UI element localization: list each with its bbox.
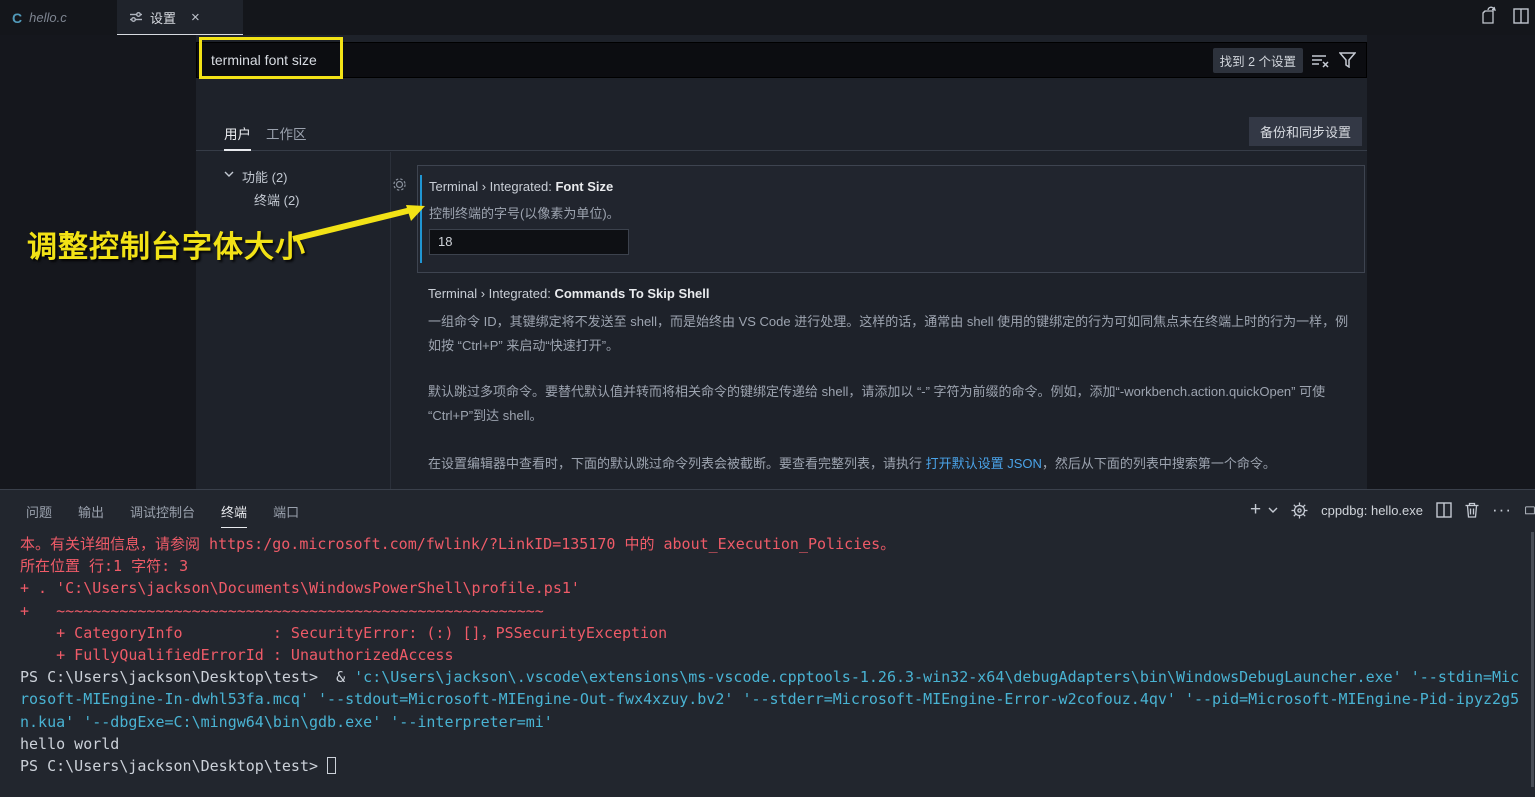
tab-label: hello.c xyxy=(29,10,67,25)
panel-toolbar: + cppdbg: hello.exe xyxy=(1250,499,1535,521)
terminal-output[interactable]: 本。有关详细信息，请参阅 https:/go.microsoft.com/fwl… xyxy=(20,533,1532,777)
setting-title: Terminal › Integrated: Font Size xyxy=(418,166,1364,194)
settings-content: terminal font size 找到 2 个设置 用户 工作区 备份和同步… xyxy=(196,35,1367,489)
split-editor-icon[interactable] xyxy=(1513,6,1529,26)
terminal-line: 本。有关详细信息，请参阅 https:/go.microsoft.com/fwl… xyxy=(20,533,1532,555)
panel-tab-端口[interactable]: 端口 xyxy=(273,502,299,527)
terminal-line: + FullyQualifiedErrorId : UnauthorizedAc… xyxy=(20,644,1532,666)
terminal-line: PS C:\Users\jackson\Desktop\test> & 'c:\… xyxy=(20,666,1532,688)
terminal-text-segment: + . 'C:\Users\jackson\Documents\WindowsP… xyxy=(20,579,580,597)
filter-icon[interactable] xyxy=(1339,52,1356,68)
close-icon[interactable]: × xyxy=(191,9,200,26)
tab-settings[interactable]: 设置 × xyxy=(117,0,243,35)
setting-description: 控制终端的字号(以像素为单位)。 xyxy=(418,194,1364,226)
terminal-text-segment: + ~~~~~~~~~~~~~~~~~~~~~~~~~~~~~~~~~~~~~~… xyxy=(20,602,544,620)
open-settings-json-icon[interactable] xyxy=(1481,6,1499,26)
backup-sync-settings-button[interactable]: 备份和同步设置 xyxy=(1249,117,1362,146)
setting-paragraph-2: 默认跳过多项命令。要替代默认值并转而将相关命令的键绑定传递给 shell，请添加… xyxy=(417,380,1352,428)
terminal-text-segment: 本。有关详细信息，请参阅 https:/go.microsoft.com/fwl… xyxy=(20,535,895,553)
terminal-cursor xyxy=(327,757,336,774)
chevron-down-icon xyxy=(224,170,234,178)
debug-session-icon xyxy=(1291,502,1308,519)
terminal-text-segment: hello world xyxy=(20,735,119,753)
tab-label: 设置 xyxy=(150,8,176,27)
gear-icon[interactable] xyxy=(392,177,407,192)
setting-name: Commands To Skip Shell xyxy=(554,286,709,301)
scope-tab-workspace[interactable]: 工作区 xyxy=(266,123,307,143)
terminal-text-segment: '--stdin=Mic xyxy=(1411,668,1519,686)
terminal-line: hello world xyxy=(20,733,1532,755)
open-default-settings-json-link[interactable]: 打开默认设置 JSON xyxy=(926,456,1042,471)
terminal-line: + CategoryInfo : SecurityError: (:) []，P… xyxy=(20,622,1532,644)
panel-tab-调试控制台[interactable]: 调试控制台 xyxy=(130,502,195,527)
font-size-input[interactable]: 18 xyxy=(429,229,629,255)
paragraph-text: ，然后从下面的列表中搜索第一个命令。 xyxy=(1042,456,1276,471)
settings-list: Terminal › Integrated: Font Size 控制终端的字号… xyxy=(417,152,1365,527)
toc-item-terminal[interactable]: 终端 (2) xyxy=(196,189,390,212)
toc-label: 终端 (2) xyxy=(254,189,300,212)
setting-category: Terminal › Integrated: xyxy=(428,286,554,301)
terminal-text-segment: + FullyQualifiedErrorId : UnauthorizedAc… xyxy=(20,646,453,664)
editor-actions xyxy=(1481,6,1529,26)
annotation-label: 调整控制台字体大小 xyxy=(27,222,306,266)
terminal-text-segment: 'c:\Users\jackson\.vscode\extensions\ms-… xyxy=(354,668,1402,686)
editor-tab-bar: C hello.c 设置 × xyxy=(0,0,1535,35)
terminal-text-segment xyxy=(1402,668,1411,686)
setting-modified-indicator xyxy=(420,175,422,263)
setting-title: Terminal › Integrated: Commands To Skip … xyxy=(417,286,1365,301)
vscode-window: C hello.c 设置 × xyxy=(0,0,1535,797)
panel-tab-终端[interactable]: 终端 xyxy=(221,502,247,528)
terminal-text-segment: n.kua' '--dbgExe=C:\mingw64\bin\gdb.exe'… xyxy=(20,713,553,731)
settings-search-input[interactable]: terminal font size 找到 2 个设置 xyxy=(196,42,1367,78)
terminal-session-label[interactable]: cppdbg: hello.exe xyxy=(1321,503,1423,518)
terminal-line: PS C:\Users\jackson\Desktop\test> xyxy=(20,755,1532,777)
setting-name: Font Size xyxy=(555,179,613,194)
clear-filters-icon[interactable] xyxy=(1311,52,1329,68)
settings-toc-tree: 功能 (2) 终端 (2) xyxy=(196,152,390,212)
setting-paragraph-1: 一组命令 ID，其键绑定将不发送至 shell，而是始终由 VS Code 进行… xyxy=(417,310,1352,358)
terminal-text-segment: 所在位置 行:1 字符: 3 xyxy=(20,557,188,575)
scope-tab-user[interactable]: 用户 xyxy=(224,123,251,143)
settings-scope-row: 用户 工作区 备份和同步设置 xyxy=(196,85,1367,151)
search-value: terminal font size xyxy=(197,52,1213,68)
bottom-panel: 问题 输出 调试控制台 终端 端口 + cppdbg: hello.exe xyxy=(0,489,1535,797)
setting-paragraph-3: 在设置编辑器中查看时，下面的默认跳过命令列表会被截断。要查看完整列表，请执行 打… xyxy=(417,452,1352,476)
split-terminal-icon[interactable] xyxy=(1436,502,1452,518)
toc-label: 功能 (2) xyxy=(242,166,288,189)
tab-hello-c[interactable]: C hello.c xyxy=(0,0,117,35)
terminal-text-segment: + CategoryInfo : SecurityError: (:) []，P… xyxy=(20,624,667,642)
toc-item-features[interactable]: 功能 (2) xyxy=(196,166,390,189)
setting-category: Terminal › Integrated: xyxy=(429,179,555,194)
results-count-badge: 找到 2 个设置 xyxy=(1213,48,1303,73)
settings-body: 功能 (2) 终端 (2) Term xyxy=(196,152,1367,489)
settings-sliders-icon xyxy=(129,10,143,24)
setting-terminal-font-size: Terminal › Integrated: Font Size 控制终端的字号… xyxy=(417,165,1365,273)
terminal-dropdown-chevron-icon[interactable] xyxy=(1268,506,1278,514)
terminal-line: + . 'C:\Users\jackson\Documents\WindowsP… xyxy=(20,577,1532,599)
terminal-scrollbar[interactable] xyxy=(1531,532,1534,787)
panel-tab-输出[interactable]: 输出 xyxy=(78,502,104,527)
paragraph-text: 在设置编辑器中查看时，下面的默认跳过命令列表会被截断。要查看完整列表，请执行 xyxy=(428,456,926,471)
terminal-text-segment: PS C:\Users\jackson\Desktop\test> & xyxy=(20,668,354,686)
terminal-line: + ~~~~~~~~~~~~~~~~~~~~~~~~~~~~~~~~~~~~~~… xyxy=(20,600,1532,622)
panel-header: 问题 输出 调试控制台 终端 端口 + cppdbg: hello.exe xyxy=(0,490,1535,530)
terminal-line: 所在位置 行:1 字符: 3 xyxy=(20,555,1532,577)
new-terminal-icon[interactable]: + xyxy=(1250,499,1261,521)
toc-sash[interactable] xyxy=(390,152,391,489)
terminal-text-segment: rosoft-MIEngine-In-dwhl53fa.mcq' '--stdo… xyxy=(20,690,1519,708)
c-language-icon: C xyxy=(12,10,22,26)
trash-icon[interactable] xyxy=(1465,502,1479,518)
more-actions-icon[interactable]: ··· xyxy=(1492,500,1512,520)
maximize-panel-icon[interactable] xyxy=(1525,502,1535,518)
panel-tab-问题[interactable]: 问题 xyxy=(26,502,52,527)
terminal-line: rosoft-MIEngine-In-dwhl53fa.mcq' '--stdo… xyxy=(20,688,1532,710)
terminal-line: n.kua' '--dbgExe=C:\mingw64\bin\gdb.exe'… xyxy=(20,711,1532,733)
terminal-text-segment: PS C:\Users\jackson\Desktop\test> xyxy=(20,757,327,775)
